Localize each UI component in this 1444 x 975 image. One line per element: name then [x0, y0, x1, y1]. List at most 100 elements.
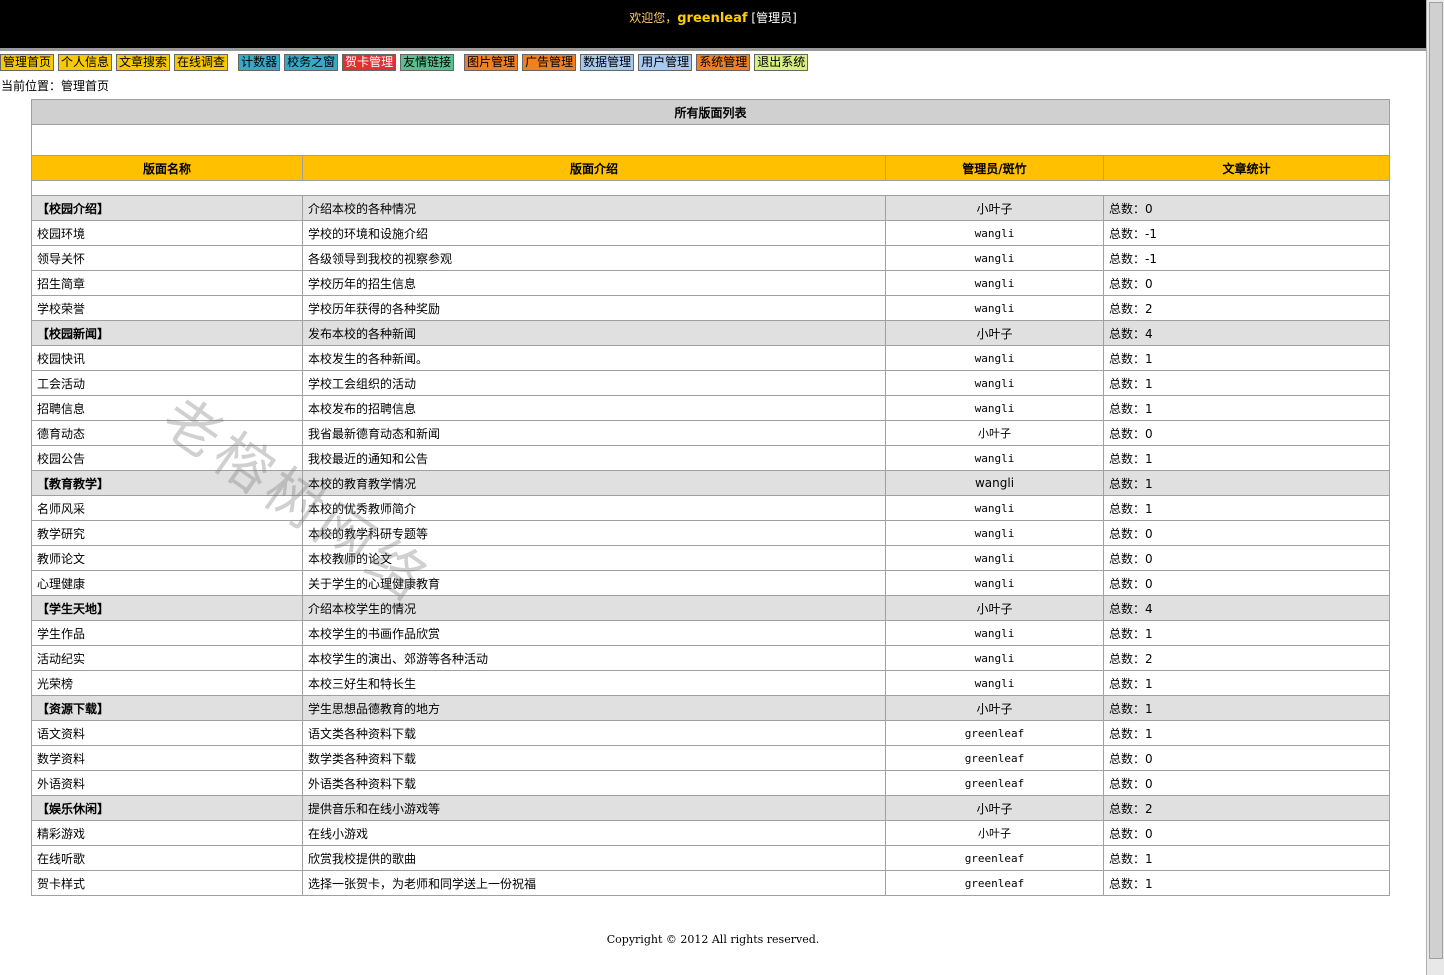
board-name-cell: 【校园介绍】 — [31, 195, 303, 221]
board-admin-cell: wangli — [885, 295, 1104, 321]
board-row: 招聘信息 本校发布的招聘信息 wangli 总数：1 — [31, 395, 1391, 421]
board-desc-cell: 本校的教学科研专题等 — [302, 520, 886, 546]
board-list-table: 所有版面列表 版面名称 版面介绍 管理员/斑竹 文章统计 【校园介绍】 介绍本校的… — [30, 99, 1391, 896]
board-row: 学生作品 本校学生的书画作品欣赏 wangli 总数：1 — [31, 620, 1391, 646]
board-desc-cell: 提供音乐和在线小游戏等 — [302, 795, 886, 821]
table-header-row: 版面名称 版面介绍 管理员/斑竹 文章统计 — [31, 155, 1391, 181]
board-desc-cell: 本校学生的演出、郊游等各种活动 — [302, 645, 886, 671]
nav-button[interactable]: 退出系统 — [754, 54, 809, 71]
nav-button[interactable]: 贺卡管理 — [342, 54, 397, 71]
nav-button[interactable]: 系统管理 — [696, 54, 751, 71]
board-name-cell: 【校园新闻】 — [31, 320, 303, 346]
board-name-cell: 光荣榜 — [31, 670, 303, 696]
board-desc-cell: 本校三好生和特长生 — [302, 670, 886, 696]
board-desc-cell: 介绍本校学生的情况 — [302, 595, 886, 621]
board-row: 教师论文 本校教师的论文 wangli 总数：0 — [31, 545, 1391, 571]
board-admin-cell: greenleaf — [885, 845, 1104, 871]
board-row: 在线听歌 欣赏我校提供的歌曲 greenleaf 总数：1 — [31, 845, 1391, 871]
board-row: 活动纪实 本校学生的演出、郊游等各种活动 wangli 总数：2 — [31, 645, 1391, 671]
article-count-cell: 总数：1 — [1102, 720, 1391, 746]
nav-button[interactable]: 校务之窗 — [284, 54, 339, 71]
board-row: 学校荣誉 学校历年获得的各种奖励 wangli 总数：2 — [31, 295, 1391, 321]
board-name-cell: 校园环境 — [31, 220, 303, 246]
board-row: 外语资料 外语类各种资料下载 greenleaf 总数：0 — [31, 770, 1391, 796]
article-count-cell: 总数：0 — [1102, 270, 1391, 296]
nav-button[interactable]: 数据管理 — [580, 54, 635, 71]
board-name-cell: 领导关怀 — [31, 245, 303, 271]
board-admin-cell: wangli — [885, 470, 1104, 496]
blank-row — [30, 124, 1391, 156]
article-count-cell: 总数：1 — [1102, 670, 1391, 696]
board-desc-cell: 各级领导到我校的视察参观 — [302, 245, 886, 271]
board-desc-cell: 选择一张贺卡，为老师和同学送上一份祝福 — [302, 870, 886, 896]
board-admin-cell: wangli — [885, 670, 1104, 696]
board-desc-cell: 本校的教育教学情况 — [302, 470, 886, 496]
board-name-cell: 外语资料 — [31, 770, 303, 796]
board-name-cell: 在线听歌 — [31, 845, 303, 871]
nav-button[interactable]: 用户管理 — [638, 54, 693, 71]
article-count-cell: 总数：0 — [1102, 820, 1391, 846]
article-count-cell: 总数：1 — [1102, 470, 1391, 496]
nav-button[interactable]: 个人信息 — [58, 54, 113, 71]
board-desc-cell: 我省最新德育动态和新闻 — [302, 420, 886, 446]
separator-row — [30, 180, 1391, 196]
nav-button[interactable]: 计数器 — [238, 54, 281, 71]
board-row: 招生简章 学校历年的招生信息 wangli 总数：0 — [31, 270, 1391, 296]
nav-button[interactable]: 广告管理 — [522, 54, 577, 71]
current-username: greenleaf — [677, 11, 748, 26]
board-row: 校园公告 我校最近的通知和公告 wangli 总数：1 — [31, 445, 1391, 471]
article-count-cell: 总数：0 — [1102, 195, 1391, 221]
board-name-cell: 招聘信息 — [31, 395, 303, 421]
category-row: 【校园新闻】 发布本校的各种新闻 小叶子 总数：4 — [31, 320, 1391, 346]
article-count-cell: 总数：1 — [1102, 495, 1391, 521]
board-name-cell: 心理健康 — [31, 570, 303, 596]
top-banner: 欢迎您，greenleaf [管理员] — [0, 0, 1426, 48]
board-row: 德育动态 我省最新德育动态和新闻 小叶子 总数：0 — [31, 420, 1391, 446]
board-name-cell: 活动纪实 — [31, 645, 303, 671]
nav-button[interactable]: 在线调查 — [174, 54, 229, 71]
article-count-cell: 总数：-1 — [1102, 220, 1391, 246]
board-admin-cell: greenleaf — [885, 720, 1104, 746]
nav-button[interactable]: 管理首页 — [0, 54, 55, 71]
category-row: 【校园介绍】 介绍本校的各种情况 小叶子 总数：0 — [31, 195, 1391, 221]
category-row: 【娱乐休闲】 提供音乐和在线小游戏等 小叶子 总数：2 — [31, 795, 1391, 821]
nav-bar: 管理首页 个人信息 文章搜索 在线调查 计数器 校务之窗 贺卡管理 友情链接 图片管理 广告管理数… — [0, 48, 1426, 71]
nav-button[interactable]: 图片管理 — [464, 54, 519, 71]
board-desc-cell: 学校工会组织的活动 — [302, 370, 886, 396]
table-title-row: 所有版面列表 — [30, 99, 1391, 125]
board-desc-cell: 学校历年获得的各种奖励 — [302, 295, 886, 321]
article-count-cell: 总数：1 — [1102, 445, 1391, 471]
article-count-cell: 总数：1 — [1102, 370, 1391, 396]
article-count-cell: 总数：2 — [1102, 795, 1391, 821]
board-row: 心理健康 关于学生的心理健康教育 wangli 总数：0 — [31, 570, 1391, 596]
nav-button[interactable]: 文章搜索 — [116, 54, 171, 71]
board-name-cell: 工会活动 — [31, 370, 303, 396]
board-row: 领导关怀 各级领导到我校的视察参观 wangli 总数：-1 — [31, 245, 1391, 271]
board-list-container: 所有版面列表 版面名称 版面介绍 管理员/斑竹 文章统计 【校园介绍】 介绍本校的… — [30, 99, 1391, 896]
header-article-count: 文章统计 — [1102, 155, 1391, 181]
board-name-cell: 教学研究 — [31, 520, 303, 546]
category-row: 【资源下载】 学生思想品德教育的地方 小叶子 总数：1 — [31, 695, 1391, 721]
board-admin-cell: wangli — [885, 620, 1104, 646]
board-name-cell: 【学生天地】 — [31, 595, 303, 621]
board-row: 工会活动 学校工会组织的活动 wangli 总数：1 — [31, 370, 1391, 396]
board-row: 校园快讯 本校发生的各种新闻。 wangli 总数：1 — [31, 345, 1391, 371]
board-admin-cell: 小叶子 — [885, 420, 1104, 446]
nav-button[interactable]: 友情链接 — [400, 54, 455, 71]
board-admin-cell: 小叶子 — [885, 795, 1104, 821]
board-admin-cell: wangli — [885, 370, 1104, 396]
board-admin-cell: wangli — [885, 545, 1104, 571]
board-desc-cell: 数学类各种资料下载 — [302, 745, 886, 771]
category-row: 【教育教学】 本校的教育教学情况 wangli 总数：1 — [31, 470, 1391, 496]
scrollbar-thumb[interactable] — [1429, 2, 1443, 959]
article-count-cell: 总数：0 — [1102, 545, 1391, 571]
board-name-cell: 贺卡样式 — [31, 870, 303, 896]
copyright-footer: Copyright © 2012 All rights reserved. — [606, 933, 820, 946]
vertical-scrollbar[interactable] — [1426, 0, 1444, 975]
board-admin-cell: greenleaf — [885, 745, 1104, 771]
board-name-cell: 【教育教学】 — [31, 470, 303, 496]
board-admin-cell: wangli — [885, 520, 1104, 546]
board-desc-cell: 介绍本校的各种情况 — [302, 195, 886, 221]
category-row: 【学生天地】 介绍本校学生的情况 小叶子 总数：4 — [31, 595, 1391, 621]
article-count-cell: 总数：4 — [1102, 595, 1391, 621]
